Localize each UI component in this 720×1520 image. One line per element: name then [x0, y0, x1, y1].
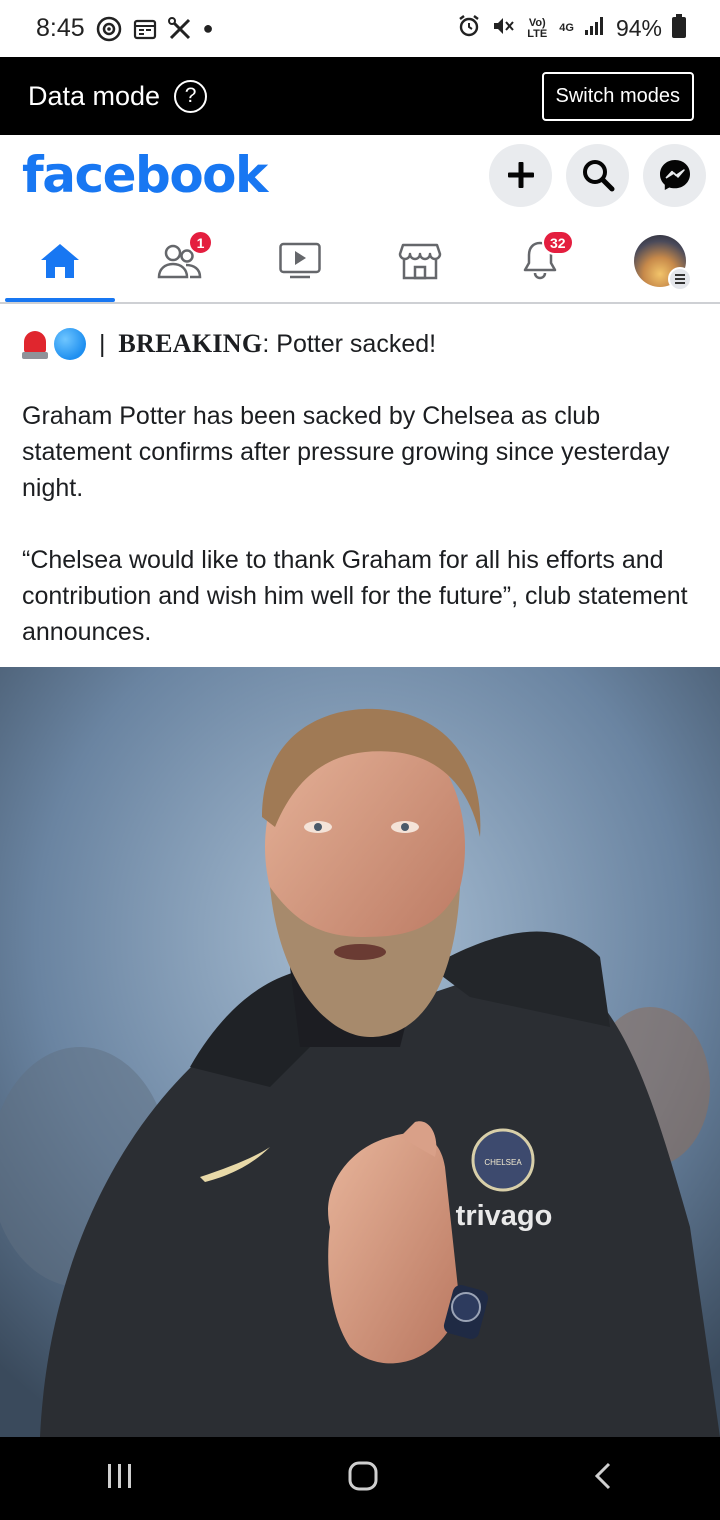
headline-separator: | [92, 330, 113, 358]
recent-apps-icon [108, 1464, 132, 1488]
menu-icon [668, 267, 692, 291]
alarm-icon [457, 14, 481, 44]
tab-watch[interactable] [240, 220, 360, 302]
post-photo[interactable]: CHELSEA trivago [0, 667, 720, 1437]
recent-apps-button[interactable] [105, 1462, 135, 1495]
home-icon [41, 244, 79, 278]
create-button[interactable] [489, 143, 552, 207]
home-button[interactable] [346, 1459, 380, 1498]
data-mode-title: Data mode ? [28, 79, 208, 113]
data-mode-bar: Data mode ? Switch modes [0, 57, 720, 135]
status-left: 8:45 ● [36, 14, 214, 43]
post-paragraph-1: Graham Potter has been sacked by Chelsea… [22, 402, 670, 502]
post-headline: | BREAKING: Potter sacked! [22, 326, 710, 362]
wireless-icon [95, 15, 123, 43]
post-body: | BREAKING: Potter sacked! Graham Potter… [0, 306, 720, 650]
help-icon[interactable]: ? [174, 79, 208, 113]
app-header: facebook [0, 135, 720, 215]
status-bar: 8:45 ● Vo) LTE 4G 94% [0, 0, 720, 57]
main-nav: 1 32 [0, 220, 720, 304]
battery-icon [672, 13, 686, 44]
status-right: Vo) LTE 4G 94% [457, 13, 686, 44]
tab-menu[interactable] [600, 220, 720, 302]
notifications-badge: 32 [542, 230, 574, 255]
shirt-sponsor: trivago [456, 1200, 553, 1232]
tab-friends[interactable]: 1 [120, 220, 240, 302]
blue-circle-emoji-icon [54, 328, 86, 360]
plus-icon [507, 162, 534, 188]
facebook-logo[interactable]: facebook [22, 146, 268, 204]
marketplace-icon [398, 243, 442, 280]
search-icon [582, 160, 614, 192]
tab-home[interactable] [0, 220, 120, 302]
siren-emoji-icon [22, 329, 48, 359]
video-icon [279, 242, 321, 279]
search-button[interactable] [566, 143, 629, 207]
data-mode-label: Data mode [28, 80, 161, 111]
calendar-icon [133, 18, 157, 40]
network-indicator: 4G [559, 22, 574, 34]
volte-indicator: Vo) LTE [527, 16, 548, 40]
friends-badge: 1 [188, 230, 213, 255]
header-actions [489, 143, 706, 207]
back-chevron-icon [594, 1462, 610, 1490]
clock: 8:45 [36, 14, 85, 42]
tab-notifications[interactable]: 32 [480, 220, 600, 302]
home-circle-icon [348, 1461, 378, 1491]
back-button[interactable] [591, 1461, 615, 1496]
system-navigation-bar [0, 1437, 720, 1520]
tab-marketplace[interactable] [360, 220, 480, 302]
dot-icon: ● [202, 18, 214, 38]
tools-icon [167, 16, 193, 42]
post-paragraph-2: “Chelsea would like to thank Graham for … [22, 546, 688, 646]
headline-text: : Potter sacked! [262, 330, 437, 358]
crest-text: CHELSEA [484, 1158, 522, 1167]
messenger-button[interactable] [643, 143, 706, 207]
messenger-icon [659, 160, 690, 190]
headline-breaking: BREAKING [118, 329, 263, 358]
signal-icon [584, 15, 606, 42]
mute-icon [491, 14, 515, 44]
photo-illustration: CHELSEA trivago [0, 667, 720, 1437]
avatar [634, 235, 692, 291]
switch-modes-button[interactable]: Switch modes [541, 71, 694, 121]
battery-level: 94% [615, 15, 662, 41]
